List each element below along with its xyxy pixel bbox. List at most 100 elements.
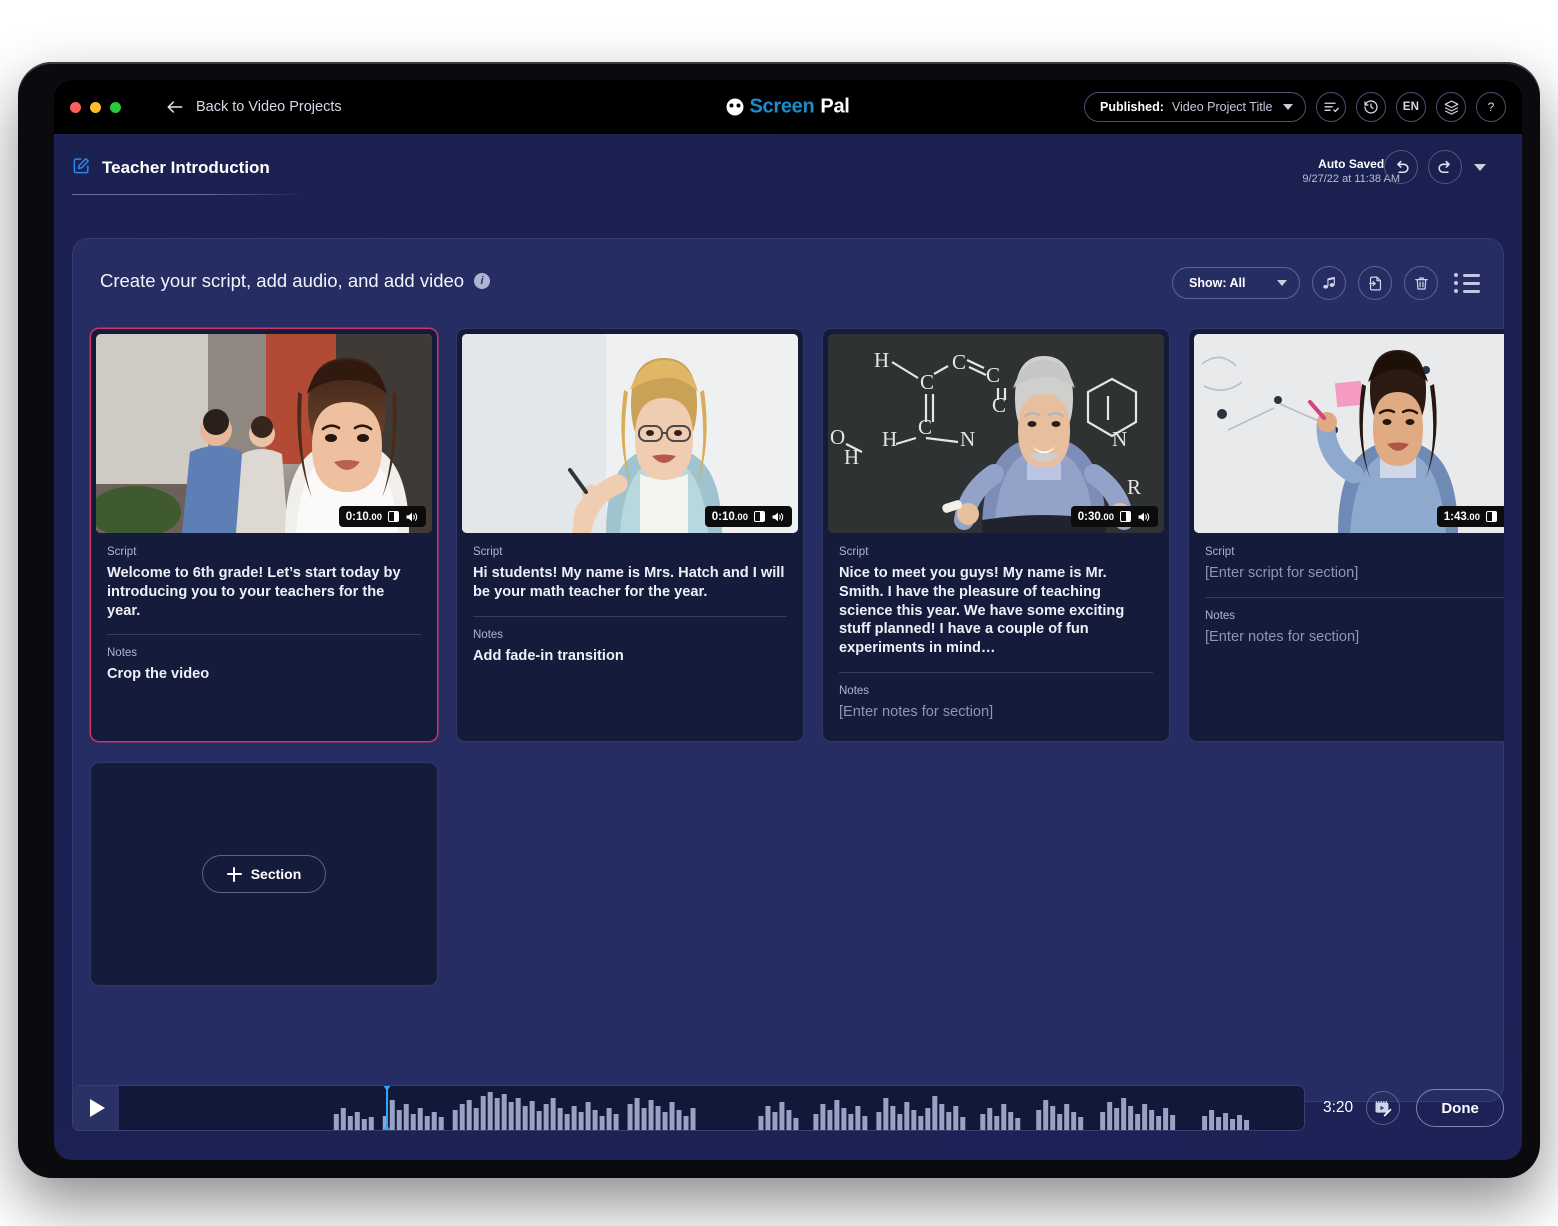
- project-title-group[interactable]: Teacher Introduction: [72, 156, 270, 180]
- duration-text: 0:30.00: [1077, 510, 1114, 523]
- section-card[interactable]: 0:10.00 Script Hi students! My name is M…: [456, 328, 804, 742]
- audio-waveform[interactable]: 1:08.00: [119, 1086, 1304, 1130]
- volume-icon: [771, 511, 785, 523]
- publish-project-title: Video Project Title: [1171, 100, 1273, 114]
- script-text[interactable]: [Enter script for section]: [1205, 564, 1504, 583]
- help-button[interactable]: ?: [1476, 92, 1506, 122]
- volume-icon: [1137, 511, 1151, 523]
- thumbnail-image-teacher-4: [1194, 334, 1504, 533]
- notes-label: Notes: [473, 628, 504, 641]
- waveform-graphic: [333, 1092, 1250, 1130]
- plus-icon: [226, 866, 242, 882]
- script-label: Script: [1205, 546, 1235, 558]
- delete-button[interactable]: [1404, 266, 1438, 300]
- show-filter-label: Show: All: [1189, 276, 1246, 290]
- play-icon: [90, 1099, 105, 1117]
- play-button[interactable]: [73, 1086, 119, 1130]
- script-text[interactable]: Welcome to 6th grade! Let’s start today …: [107, 564, 421, 620]
- duration-badge: 0:10.00: [704, 506, 792, 527]
- chevron-down-icon: [1277, 280, 1287, 286]
- svg-text:C: C: [920, 370, 934, 394]
- total-duration-label: 3:20: [1323, 1099, 1354, 1116]
- section-thumbnail[interactable]: 0:10.00: [96, 334, 432, 533]
- close-window-icon[interactable]: [70, 101, 81, 113]
- panel-toolbar: Show: All: [1172, 266, 1480, 300]
- section-card-body: Script Hi students! My name is Mrs. Hatc…: [462, 533, 798, 679]
- layers-button[interactable]: [1436, 92, 1466, 122]
- language-button[interactable]: EN: [1396, 92, 1426, 122]
- list-view-button[interactable]: [1454, 273, 1480, 293]
- brightness-icon: [1120, 511, 1131, 522]
- back-to-video-projects-button[interactable]: Back to Video Projects: [165, 97, 342, 117]
- script-label: Script: [107, 546, 137, 558]
- section-card[interactable]: 0:10.00 Script Welcome to 6th grade! Let…: [90, 328, 438, 742]
- section-card-body: Script [Enter script for section] Notes …: [1194, 533, 1504, 661]
- notes-label: Notes: [1205, 609, 1236, 622]
- add-section-tile[interactable]: Section: [90, 762, 438, 986]
- edit-title-icon[interactable]: [72, 156, 91, 180]
- show-filter-select[interactable]: Show: All: [1172, 267, 1300, 299]
- redo-button[interactable]: [1428, 150, 1462, 184]
- arrow-left-icon: [165, 97, 185, 117]
- brand-name-first: Screen: [749, 95, 815, 118]
- minimize-window-icon[interactable]: [90, 101, 101, 113]
- add-music-button[interactable]: [1312, 266, 1346, 300]
- thumbnail-image-teacher-3: H C C C C C N H O H N R: [828, 334, 1164, 533]
- timeline-bar: 1:08.00 3:20 Done: [72, 1072, 1504, 1144]
- undo-button[interactable]: [1384, 150, 1418, 184]
- thumbnail-image-teacher-1: [96, 334, 432, 533]
- brightness-icon: [388, 511, 399, 522]
- notes-label: Notes: [107, 647, 138, 660]
- notes-text[interactable]: Add fade-in transition: [473, 647, 787, 666]
- publish-status-select[interactable]: Published: Video Project Title: [1084, 92, 1306, 122]
- script-text[interactable]: Hi students! My name is Mrs. Hatch and I…: [473, 564, 787, 602]
- page-title: Teacher Introduction: [102, 158, 270, 177]
- add-section-button[interactable]: Section: [201, 855, 327, 893]
- video-settings-button[interactable]: [1366, 1091, 1401, 1125]
- card-divider: [839, 672, 1153, 674]
- timeline-playhead[interactable]: [382, 1086, 391, 1130]
- version-history-button[interactable]: [1356, 92, 1386, 122]
- screenpal-mark-icon: [726, 98, 744, 116]
- done-label: Done: [1441, 1099, 1479, 1117]
- script-editor-panel: Create your script, add audio, and add v…: [72, 238, 1504, 1102]
- timeline-track[interactable]: 1:08.00: [72, 1085, 1305, 1131]
- brightness-icon: [754, 511, 765, 522]
- section-thumbnail[interactable]: H C C C C C N H O H N R 0:30.00: [828, 334, 1164, 533]
- volume-icon: [1503, 511, 1504, 523]
- section-card-grid: 0:10.00 Script Welcome to 6th grade! Let…: [90, 328, 1504, 742]
- svg-text:R: R: [1127, 475, 1141, 499]
- script-text[interactable]: Nice to meet you guys! My name is Mr. Sm…: [839, 564, 1153, 658]
- notes-text[interactable]: [Enter notes for section]: [839, 703, 1153, 722]
- panel-heading-group: Create your script, add audio, and add v…: [100, 270, 491, 292]
- duration-text: 0:10.00: [711, 510, 748, 523]
- card-divider: [1205, 596, 1504, 598]
- undo-redo-group: [1384, 150, 1486, 184]
- checklist-button[interactable]: [1316, 92, 1346, 122]
- script-label: Script: [473, 546, 503, 558]
- window-traffic-lights: [70, 101, 121, 113]
- section-card[interactable]: H C C C C C N H O H N R 0:30.00 Script N…: [822, 328, 1170, 742]
- section-card[interactable]: 1:43.00 Script [Enter script for section…: [1188, 328, 1504, 742]
- device-frame: Back to Video Projects Screen Pal Publish…: [12, 62, 1540, 1178]
- svg-text:C: C: [986, 363, 1000, 387]
- brand-name-second: Pal: [820, 95, 850, 118]
- panel-header: Create your script, add audio, and add v…: [72, 238, 1504, 326]
- history-menu-chevron-icon[interactable]: [1474, 163, 1486, 171]
- section-thumbnail[interactable]: 0:10.00: [462, 334, 798, 533]
- svg-text:C: C: [952, 350, 966, 374]
- screenpal-logo: Screen Pal: [726, 95, 850, 119]
- svg-text:N: N: [960, 427, 975, 451]
- brightness-icon: [1486, 511, 1497, 522]
- notes-text[interactable]: Crop the video: [107, 665, 421, 684]
- section-card-body: Script Welcome to 6th grade! Let’s start…: [96, 533, 432, 698]
- volume-icon: [405, 511, 419, 523]
- maximize-window-icon[interactable]: [110, 101, 121, 113]
- import-script-button[interactable]: [1358, 266, 1392, 300]
- notes-text[interactable]: [Enter notes for section]: [1205, 628, 1504, 647]
- panel-heading-text: Create your script, add audio, and add v…: [100, 270, 465, 291]
- done-button[interactable]: Done: [1416, 1089, 1504, 1127]
- info-icon[interactable]: i: [474, 273, 491, 289]
- section-thumbnail[interactable]: 1:43.00: [1194, 334, 1504, 533]
- card-divider: [473, 615, 787, 617]
